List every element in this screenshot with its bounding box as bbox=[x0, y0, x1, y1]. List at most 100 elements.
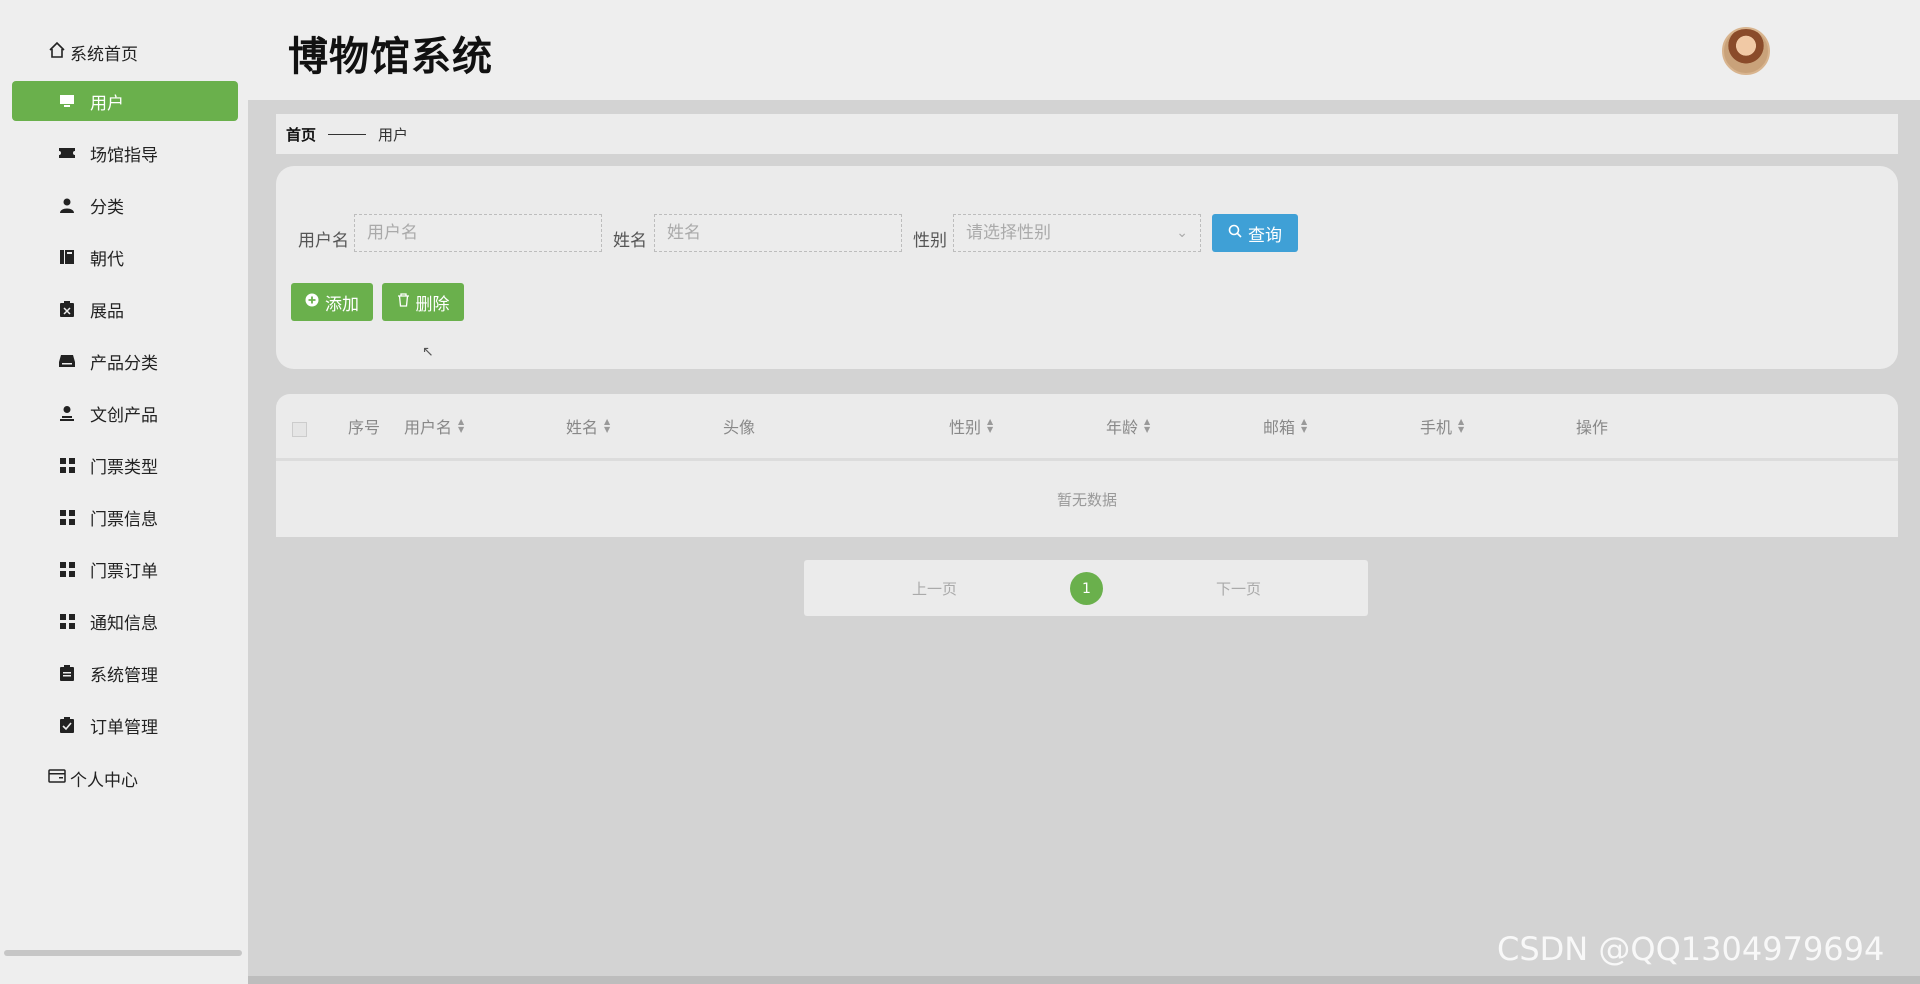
sidebar-home-link[interactable]: 系统首页 bbox=[48, 38, 138, 66]
sidebar-item-notices[interactable]: 通知信息 bbox=[12, 601, 238, 641]
sidebar-item-system-management[interactable]: 系统管理 bbox=[12, 653, 238, 693]
column-header-email[interactable]: 邮箱 ▲ ▼ bbox=[1263, 414, 1307, 438]
sidebar-item-venue-guide[interactable]: 场馆指导 bbox=[12, 133, 238, 173]
sidebar-item-label: 用户 bbox=[90, 93, 124, 114]
clipboard-check-icon bbox=[58, 716, 76, 734]
sidebar-item-label: 门票订单 bbox=[90, 561, 158, 582]
sidebar-item-users[interactable]: 用户 bbox=[12, 81, 238, 121]
book-icon bbox=[58, 248, 76, 266]
grid-icon bbox=[58, 612, 76, 630]
sidebar-menu: 用户 场馆指导 分类 朝代 展品 产品分类 文创产品 门票类型 门票信息 门票订… bbox=[12, 81, 238, 757]
column-label: 姓名 bbox=[566, 418, 599, 437]
table-empty-row: 暂无数据 bbox=[276, 458, 1898, 537]
name-input[interactable]: 姓名 bbox=[654, 214, 902, 252]
search-panel: 用户名 用户名 姓名 姓名 性别 请选择性别 ⌄ 查询 添加 删除 ↖ bbox=[276, 166, 1898, 369]
sidebar-item-label: 门票类型 bbox=[90, 457, 158, 478]
gender-select-placeholder: 请选择性别 bbox=[966, 223, 1051, 243]
prev-page-button[interactable]: 上一页 bbox=[912, 578, 957, 599]
page-number-current[interactable]: 1 bbox=[1070, 572, 1103, 605]
column-label: 性别 bbox=[949, 418, 982, 437]
next-page-button[interactable]: 下一页 bbox=[1216, 578, 1261, 599]
add-button[interactable]: 添加 bbox=[291, 283, 373, 321]
app-title: 博物馆系统 bbox=[288, 34, 493, 80]
column-header-phone[interactable]: 手机 ▲ ▼ bbox=[1420, 414, 1464, 438]
empty-text: 暂无数据 bbox=[1056, 490, 1117, 509]
sidebar-item-exhibits[interactable]: 展品 bbox=[12, 289, 238, 329]
column-header-username[interactable]: 用户名 ▲ ▼ bbox=[404, 414, 464, 438]
sidebar-item-order-management[interactable]: 订单管理 bbox=[12, 705, 238, 745]
sort-icon[interactable]: ▲ ▼ bbox=[604, 418, 610, 434]
mouse-cursor-icon: ↖ bbox=[422, 344, 434, 360]
delete-button[interactable]: 删除 bbox=[382, 283, 464, 321]
user-avatar[interactable] bbox=[1722, 27, 1770, 75]
breadcrumb: 首页 用户 bbox=[276, 114, 1898, 154]
add-button-label: 添加 bbox=[325, 294, 359, 315]
username-input[interactable]: 用户名 bbox=[354, 214, 602, 252]
sidebar-item-creative-products[interactable]: 文创产品 bbox=[12, 393, 238, 433]
column-label: 手机 bbox=[1420, 418, 1453, 437]
trash-icon bbox=[397, 292, 410, 312]
sidebar-item-label: 文创产品 bbox=[90, 405, 158, 426]
column-label: 年龄 bbox=[1106, 418, 1139, 437]
sidebar-item-label: 分类 bbox=[90, 197, 124, 218]
sidebar-scrollbar[interactable] bbox=[4, 950, 242, 956]
pagination: 上一页 1 下一页 bbox=[804, 560, 1368, 616]
sidebar-home-label: 系统首页 bbox=[70, 44, 138, 65]
column-header-age[interactable]: 年龄 ▲ ▼ bbox=[1106, 414, 1150, 438]
sidebar-item-label: 系统管理 bbox=[90, 665, 158, 686]
column-header-avatar: 头像 bbox=[723, 414, 755, 438]
watermark: CSDN @QQ1304979694 bbox=[1497, 930, 1885, 968]
card-icon bbox=[48, 768, 66, 789]
sidebar: 系统首页 用户 场馆指导 分类 朝代 展品 产品分类 文创产品 门票类型 门票信… bbox=[0, 0, 248, 984]
sidebar-item-label: 产品分类 bbox=[90, 353, 158, 374]
column-label: 头像 bbox=[723, 418, 756, 437]
top-header: 博物馆系统 bbox=[248, 0, 1920, 100]
column-header-gender[interactable]: 性别 ▲ ▼ bbox=[949, 414, 993, 438]
grid-icon bbox=[58, 508, 76, 526]
column-label: 操作 bbox=[1576, 418, 1609, 437]
clipboard-list-icon bbox=[58, 664, 76, 682]
delete-button-label: 删除 bbox=[415, 294, 450, 315]
sidebar-item-ticket-orders[interactable]: 门票订单 bbox=[12, 549, 238, 589]
sidebar-item-product-category[interactable]: 产品分类 bbox=[12, 341, 238, 381]
select-all-checkbox[interactable] bbox=[292, 422, 307, 437]
query-button-label: 查询 bbox=[1248, 225, 1282, 246]
column-header-name[interactable]: 姓名 ▲ ▼ bbox=[566, 414, 610, 438]
sort-icon[interactable]: ▲ ▼ bbox=[1458, 418, 1464, 434]
column-header-index: 序号 bbox=[348, 414, 380, 438]
inbox-icon bbox=[58, 352, 76, 370]
sort-icon[interactable]: ▲ ▼ bbox=[1301, 418, 1307, 434]
query-button[interactable]: 查询 bbox=[1212, 214, 1298, 252]
horizontal-scrollbar[interactable] bbox=[248, 976, 1920, 984]
gender-select[interactable]: 请选择性别 ⌄ bbox=[953, 214, 1201, 252]
gender-label: 性别 bbox=[913, 231, 947, 251]
clipboard-x-icon bbox=[58, 300, 76, 318]
personal-center-label: 个人中心 bbox=[70, 770, 138, 791]
chevron-down-icon: ⌄ bbox=[1176, 225, 1188, 241]
table-header: 序号 用户名 ▲ ▼ 姓名 ▲ ▼ 头像 性别 ▲ ▼ 年龄 ▲ ▼ 邮箱 ▲ ▼ 手机 ▲ ▼ 操作 bbox=[276, 394, 1898, 456]
ticket-icon bbox=[58, 144, 76, 162]
name-label: 姓名 bbox=[613, 231, 647, 251]
monitor-icon bbox=[58, 92, 76, 110]
column-header-actions: 操作 bbox=[1576, 414, 1608, 438]
sidebar-item-category[interactable]: 分类 bbox=[12, 185, 238, 225]
sidebar-item-ticket-info[interactable]: 门票信息 bbox=[12, 497, 238, 537]
sort-icon[interactable]: ▲ ▼ bbox=[458, 418, 464, 434]
sidebar-personal-center[interactable]: 个人中心 bbox=[48, 764, 138, 792]
sidebar-item-dynasty[interactable]: 朝代 bbox=[12, 237, 238, 277]
grid-icon bbox=[58, 560, 76, 578]
breadcrumb-separator bbox=[328, 133, 367, 135]
sort-icon[interactable]: ▲ ▼ bbox=[1144, 418, 1150, 434]
breadcrumb-home[interactable]: 首页 bbox=[286, 124, 316, 145]
column-label: 用户名 bbox=[404, 418, 453, 437]
sidebar-item-label: 订单管理 bbox=[90, 717, 158, 738]
grid-icon bbox=[58, 456, 76, 474]
sort-icon[interactable]: ▲ ▼ bbox=[987, 418, 993, 434]
username-label: 用户名 bbox=[298, 231, 349, 251]
sidebar-item-label: 门票信息 bbox=[90, 509, 158, 530]
column-label: 邮箱 bbox=[1263, 418, 1296, 437]
user-stand-icon bbox=[58, 404, 76, 422]
sidebar-item-ticket-types[interactable]: 门票类型 bbox=[12, 445, 238, 485]
sidebar-item-label: 朝代 bbox=[90, 249, 124, 270]
search-icon bbox=[1228, 223, 1242, 243]
